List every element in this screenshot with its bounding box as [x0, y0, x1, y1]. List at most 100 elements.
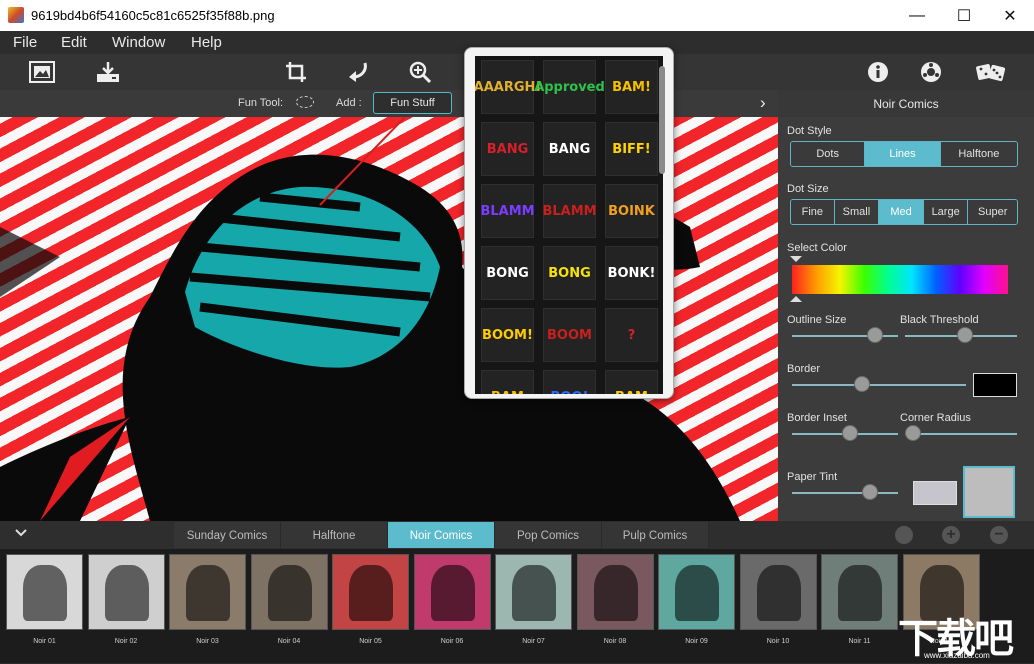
dot-style-dots[interactable]: Dots	[791, 142, 866, 166]
chevron-down-icon[interactable]	[14, 527, 28, 541]
paper-tint-swatch[interactable]	[913, 481, 957, 505]
thumbnail-image	[186, 565, 230, 621]
preset-thumbnail-label: Noir 10	[766, 638, 790, 645]
expand-arrow-icon[interactable]: ›	[760, 93, 766, 113]
select-color-label: Select Color	[787, 242, 847, 254]
watermark: 下载吧 www.xiazaiba.com	[898, 604, 1034, 663]
sticker-item[interactable]: BONG	[481, 246, 534, 300]
sticker-item[interactable]: BANG	[543, 122, 596, 176]
dice-icon[interactable]	[976, 59, 1006, 85]
sticker-item[interactable]: BONK!	[605, 246, 658, 300]
dot-style-label: Dot Style	[787, 125, 832, 137]
info-icon[interactable]	[865, 59, 891, 85]
sticker-item[interactable]: BLAMM	[480, 184, 535, 238]
dot-size-large[interactable]: Large	[923, 200, 969, 224]
gear-icon[interactable]	[918, 59, 944, 85]
color-bottom-marker[interactable]	[790, 296, 802, 302]
sticker-item[interactable]: BLAMM	[542, 184, 597, 238]
remove-icon[interactable]: −	[990, 526, 1008, 544]
sticker-item[interactable]: BONG	[543, 246, 596, 300]
sticker-item[interactable]: BAM!	[605, 60, 658, 114]
preset-thumbnail[interactable]	[821, 554, 898, 630]
import-tray-icon[interactable]	[95, 59, 121, 85]
dot-size-fine[interactable]: Fine	[791, 200, 835, 224]
sticker-item[interactable]: AAARGH!	[475, 60, 541, 114]
preset-face-icon[interactable]	[895, 526, 913, 544]
tab-pop-comics[interactable]: Pop Comics	[495, 522, 602, 548]
add-icon[interactable]: +	[942, 526, 960, 544]
preset-thumbnail-label: Noir 05	[359, 638, 382, 645]
crop-icon[interactable]	[283, 59, 309, 85]
sticker-item[interactable]: BOOM	[543, 308, 596, 362]
tab-halftone[interactable]: Halftone	[281, 522, 388, 548]
preset-thumbnail[interactable]	[6, 554, 83, 630]
sticker-item[interactable]: BAM	[605, 370, 658, 394]
black-threshold-knob[interactable]	[957, 327, 973, 343]
dot-size-super[interactable]: Super	[968, 200, 1017, 224]
image-icon[interactable]	[29, 59, 55, 85]
add-label: Add :	[336, 97, 362, 109]
sticker-item[interactable]: BAM	[481, 370, 534, 394]
color-top-marker[interactable]	[790, 256, 802, 262]
border-knob[interactable]	[854, 376, 870, 392]
lasso-tool-icon[interactable]	[296, 96, 314, 108]
border-color-swatch[interactable]	[973, 373, 1017, 397]
sticker-item[interactable]: BIFF!	[605, 122, 658, 176]
preset-thumbnail[interactable]	[739, 554, 817, 630]
tab-pulp-comics[interactable]: Pulp Comics	[602, 522, 709, 548]
zoom-icon[interactable]	[407, 59, 433, 85]
fun-tool-label: Fun Tool:	[238, 97, 284, 109]
sticker-item[interactable]: BOO!	[543, 370, 596, 394]
dot-size-selector: Fine Small Med Large Super	[790, 199, 1018, 225]
thumbnail-image	[267, 565, 312, 621]
sticker-item[interactable]: Approved	[534, 60, 605, 114]
thumbnail-image	[675, 565, 719, 621]
preset-thumbnail[interactable]	[250, 554, 328, 630]
thumbnail-image	[430, 565, 475, 621]
menu-edit[interactable]: Edit	[61, 34, 87, 51]
sticker-item[interactable]: BOINK	[605, 184, 658, 238]
paper-texture-preview[interactable]	[963, 466, 1015, 518]
maximize-button[interactable]: ☐	[941, 0, 987, 31]
menu-window[interactable]: Window	[112, 34, 165, 51]
fun-stuff-button[interactable]: Fun Stuff	[373, 92, 452, 114]
preset-thumbnail[interactable]	[87, 554, 165, 630]
preset-thumbnail-label: Noir 01	[33, 638, 56, 645]
border-inset-knob[interactable]	[842, 425, 858, 441]
paper-tint-knob[interactable]	[862, 484, 878, 500]
undo-arrow-icon[interactable]	[345, 59, 371, 85]
preset-thumbnail[interactable]	[169, 554, 246, 630]
sticker-item[interactable]: ?	[605, 308, 658, 362]
tab-sunday-comics[interactable]: Sunday Comics	[174, 522, 281, 548]
popup-scrollbar[interactable]	[659, 66, 665, 174]
corner-radius-label: Corner Radius	[900, 412, 971, 424]
border-slider[interactable]	[792, 384, 966, 386]
preset-thumbnail[interactable]	[495, 554, 572, 630]
menu-file[interactable]: File	[13, 34, 37, 51]
preset-thumbnail[interactable]	[658, 554, 735, 630]
menu-help[interactable]: Help	[191, 34, 222, 51]
settings-panel: Noir Comics Dot Style Dots Lines Halfton…	[778, 90, 1034, 521]
minimize-button[interactable]: —	[894, 0, 940, 31]
color-spectrum[interactable]	[792, 265, 1008, 294]
paper-tint-slider[interactable]	[792, 492, 898, 494]
corner-radius-slider[interactable]	[905, 433, 1017, 435]
sticker-item[interactable]: BOOM!	[481, 308, 534, 362]
preset-thumbnail-label: Noir 08	[603, 638, 627, 645]
panel-title: Noir Comics	[778, 90, 1034, 117]
thumbnail-image	[593, 565, 638, 621]
preset-thumbnail[interactable]	[576, 554, 654, 630]
dot-style-lines[interactable]: Lines	[865, 142, 941, 166]
app-icon	[8, 7, 24, 23]
dot-size-med[interactable]: Med	[879, 200, 924, 224]
tab-noir-comics[interactable]: Noir Comics	[388, 522, 495, 548]
preset-thumbnail-label: Noir 02	[114, 638, 138, 645]
close-button[interactable]: ✕	[987, 0, 1033, 31]
dot-style-halftone[interactable]: Halftone	[940, 142, 1017, 166]
corner-radius-knob[interactable]	[905, 425, 921, 441]
preset-thumbnail[interactable]	[413, 554, 491, 630]
preset-thumbnail[interactable]	[332, 554, 409, 630]
dot-size-small[interactable]: Small	[834, 200, 880, 224]
sticker-item[interactable]: BANG	[481, 122, 534, 176]
outline-size-knob[interactable]	[867, 327, 883, 343]
